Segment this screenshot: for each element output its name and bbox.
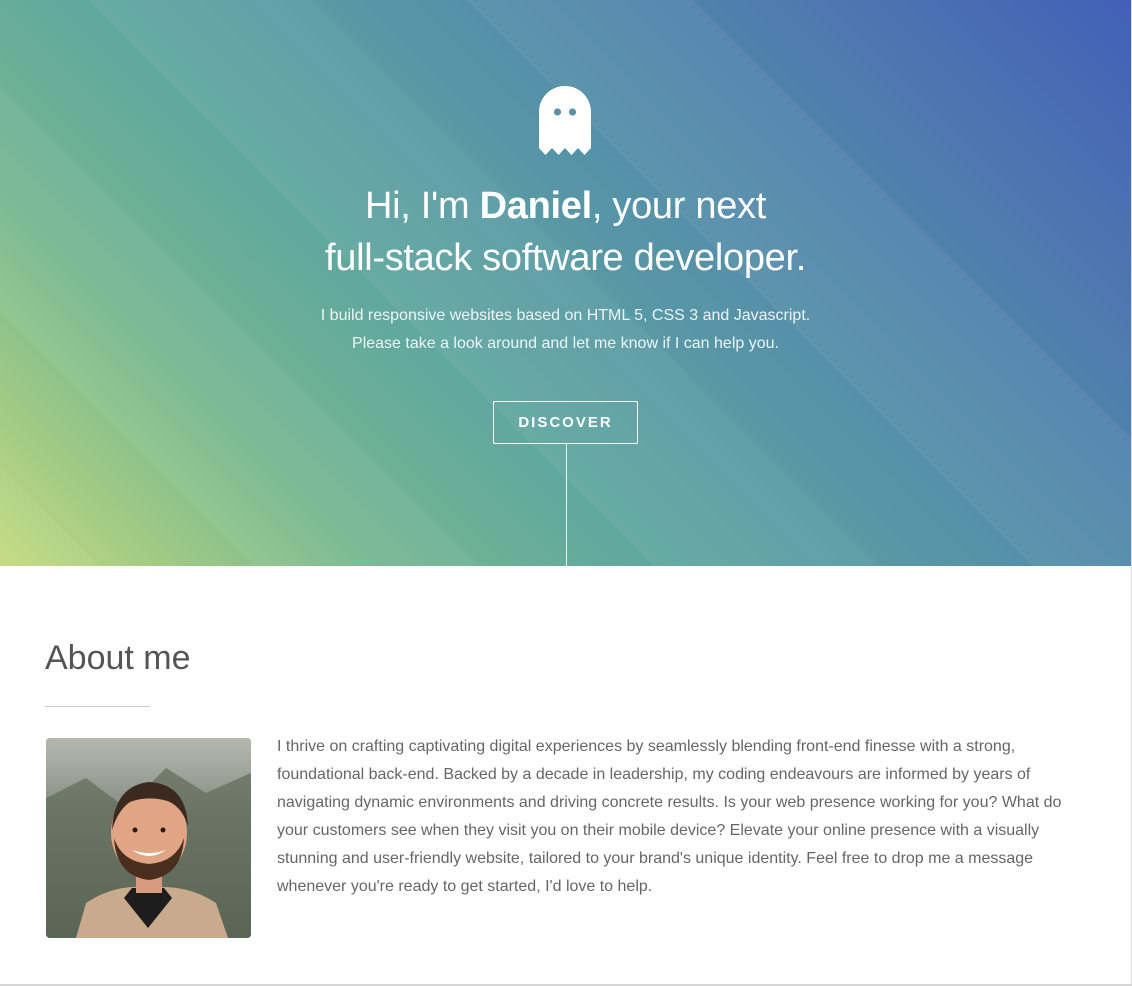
avatar bbox=[46, 738, 251, 938]
hero-title-prefix: Hi, I'm bbox=[365, 185, 480, 227]
discover-button[interactable]: DISCOVER bbox=[493, 401, 638, 444]
hero-section: Hi, I'm Daniel, your next full-stack sof… bbox=[0, 0, 1131, 566]
hero-title: Hi, I'm Daniel, your next full-stack sof… bbox=[0, 180, 1131, 284]
about-heading: About me bbox=[45, 639, 191, 677]
hero-title-name: Daniel bbox=[479, 185, 593, 227]
about-divider bbox=[45, 706, 150, 707]
hero-title-line2: full-stack software developer. bbox=[324, 237, 806, 279]
about-body: I thrive on crafting captivating digital… bbox=[277, 738, 1062, 895]
discover-line-divider bbox=[566, 443, 567, 566]
hero-subtitle-line1: I build responsive websites based on HTM… bbox=[320, 307, 811, 324]
hero-subtitle: I build responsive websites based on HTM… bbox=[0, 302, 1131, 358]
page: Hi, I'm Daniel, your next full-stack sof… bbox=[0, 0, 1132, 986]
ghost-icon[interactable] bbox=[539, 86, 591, 155]
avatar-photo bbox=[46, 738, 251, 938]
hero-title-suffix: , your next bbox=[591, 185, 766, 227]
hero-subtitle-line2: Please take a look around and let me kno… bbox=[352, 335, 779, 352]
